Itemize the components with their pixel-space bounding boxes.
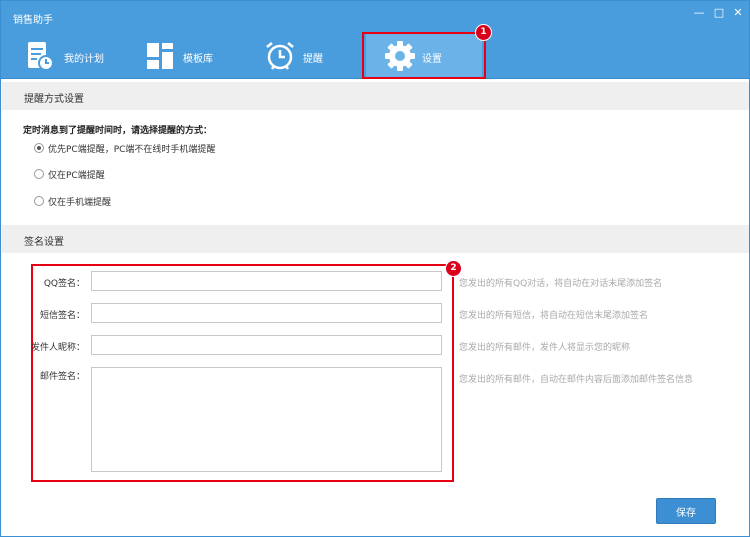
tab-reminder-label: 提醒 — [303, 54, 323, 65]
tab-templates[interactable]: 模板库 — [131, 33, 243, 79]
reminder-prompt: 定时消息到了提醒时间时，请选择提醒的方式： — [23, 126, 213, 136]
reminder-section-header: 提醒方式设置 — [2, 82, 749, 110]
sender-nickname-input[interactable] — [91, 335, 442, 355]
radio-pc-first-circle[interactable] — [34, 143, 44, 153]
plan-calendar-icon — [28, 42, 54, 71]
sms-signature-label: 短信签名： — [39, 311, 85, 321]
email-signature-hint: 您发出的所有邮件，自动在邮件内容后面添加邮件签名信息 — [459, 375, 694, 385]
tab-my-plan-label: 我的计划 — [64, 54, 104, 65]
email-signature-textarea[interactable] — [91, 367, 442, 472]
sender-nickname-label: 发件人昵称： — [30, 343, 85, 353]
save-button[interactable]: 保存 — [656, 498, 716, 524]
signature-section-header: 签名设置 — [2, 225, 749, 253]
close-icon[interactable]: ✕ — [730, 5, 746, 21]
alarm-clock-icon — [266, 42, 294, 70]
settings-tab-highlight — [362, 32, 486, 79]
title-bar: 销售助手 — □ ✕ — [1, 1, 749, 33]
radio-pc-only-label: 仅在PC端提醒 — [48, 171, 105, 181]
tab-my-plan[interactable]: 我的计划 — [6, 33, 124, 79]
tab-templates-label: 模板库 — [183, 54, 213, 65]
qq-signature-hint: 您发出的所有QQ对话，将自动在对话末尾添加签名 — [459, 279, 663, 289]
radio-pc-first-label: 优先PC端提醒，PC端不在线时手机端提醒 — [48, 145, 216, 155]
minimize-icon[interactable]: — — [691, 5, 707, 21]
radio-pc-only-circle[interactable] — [34, 169, 44, 179]
window-title: 销售助手 — [13, 15, 53, 26]
sms-signature-input[interactable] — [91, 303, 442, 323]
qq-signature-input[interactable] — [91, 271, 442, 291]
template-grid-icon — [147, 43, 173, 69]
email-signature-label: 邮件签名： — [39, 372, 85, 382]
maximize-icon[interactable]: □ — [711, 5, 727, 21]
radio-mobile-only-label: 仅在手机端提醒 — [48, 198, 112, 208]
sender-nickname-hint: 您发出的所有邮件，发件人将显示您的昵称 — [459, 343, 631, 353]
app-window: 销售助手 — □ ✕ 我的计划 模板库 提醒 设置 1 提醒方式设置 定时消息到… — [0, 0, 750, 537]
annotation-badge-2: 2 — [445, 260, 462, 277]
annotation-badge-1: 1 — [475, 24, 492, 41]
signature-section-title: 签名设置 — [24, 237, 64, 248]
qq-signature-label: QQ签名： — [43, 279, 85, 289]
radio-mobile-only-circle[interactable] — [34, 196, 44, 206]
tab-reminder[interactable]: 提醒 — [251, 33, 351, 79]
sms-signature-hint: 您发出的所有短信，将自动在短信末尾添加签名 — [459, 311, 649, 321]
reminder-section-title: 提醒方式设置 — [24, 94, 84, 105]
